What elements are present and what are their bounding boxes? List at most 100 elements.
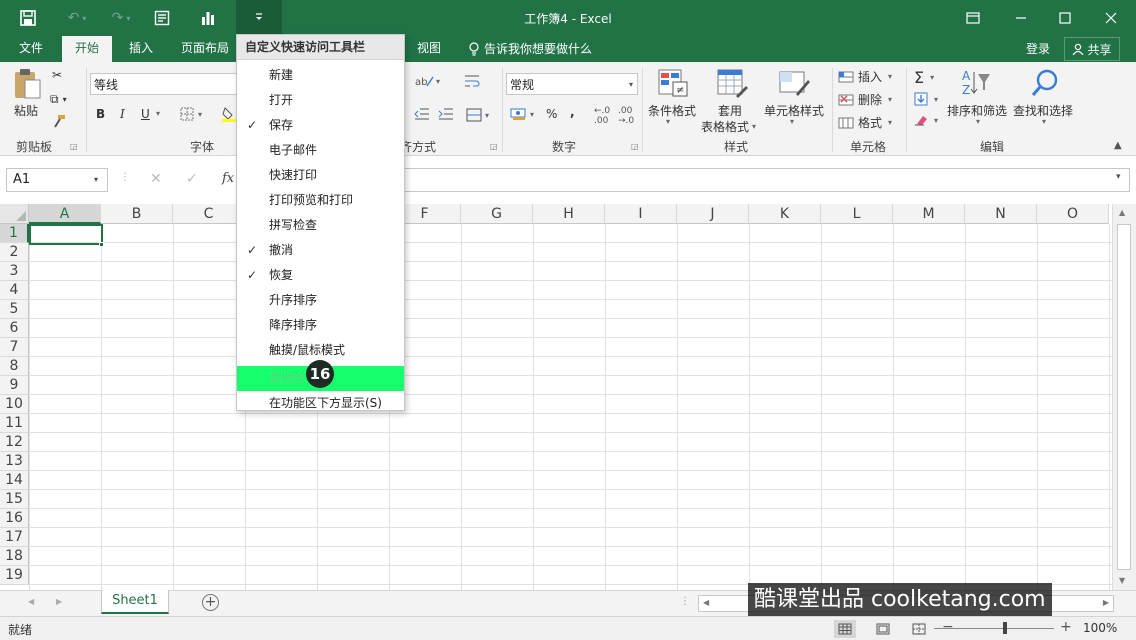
format-as-table-label-2[interactable]: 表格格式 ▾	[701, 118, 756, 135]
find-select-icon[interactable]	[1030, 68, 1060, 101]
undo-icon[interactable]: ↶ ▾	[60, 4, 94, 32]
cell-styles-icon[interactable]	[778, 68, 810, 101]
clear-icon[interactable]: ▾	[914, 114, 938, 126]
row-header-10[interactable]: 10	[0, 395, 29, 414]
qat-menu-item[interactable]: 升序排序	[237, 288, 404, 313]
orientation-icon[interactable]: ab ▾	[414, 74, 440, 89]
qat-menu-item[interactable]: 电子邮件	[237, 138, 404, 163]
qat-menu-item[interactable]: ✓ 撤消	[237, 238, 404, 263]
zoom-out-icon[interactable]: −	[942, 619, 954, 635]
select-all-corner[interactable]	[0, 204, 29, 224]
tell-me-box[interactable]: 告诉我你想要做什么	[468, 36, 608, 62]
chart-icon[interactable]	[194, 4, 222, 32]
active-cell-a1[interactable]	[29, 224, 103, 245]
row-header-1[interactable]: 1	[0, 224, 29, 243]
vertical-scrollbar[interactable]: ▲ ▼	[1112, 204, 1136, 590]
zoom-slider[interactable]	[934, 628, 1054, 629]
column-header-k[interactable]: K	[749, 204, 821, 224]
paste-label[interactable]: 粘贴	[14, 102, 38, 119]
comma-button[interactable]: ,	[570, 105, 575, 119]
clipboard-launcher-icon[interactable]: ◲	[70, 142, 78, 151]
ribbon-display-options-icon[interactable]	[958, 6, 988, 30]
row-header-19[interactable]: 19	[0, 566, 29, 585]
underline-button[interactable]: U	[141, 107, 150, 121]
login-link[interactable]: 登录	[1026, 40, 1050, 57]
fill-handle[interactable]	[99, 242, 104, 247]
font-name-box[interactable]: 等线	[90, 73, 240, 95]
row-header-13[interactable]: 13	[0, 452, 29, 471]
chevron-down-icon[interactable]: ▾	[94, 168, 98, 192]
qat-menu-item[interactable]: ✓ 恢复	[237, 263, 404, 288]
merge-center-icon[interactable]: ▾	[466, 108, 489, 122]
row-header-11[interactable]: 11	[0, 414, 29, 433]
cancel-icon[interactable]: ✕	[150, 171, 162, 187]
redo-icon[interactable]: ↷ ▾	[104, 4, 138, 32]
show-below-ribbon-item[interactable]: 在功能区下方显示(S)	[237, 391, 404, 416]
italic-button[interactable]: I	[120, 107, 125, 121]
worksheet-grid[interactable]: ABCDEFGHIJKLMNO 123456789101112131415161…	[0, 204, 1112, 590]
column-header-l[interactable]: L	[821, 204, 893, 224]
percent-button[interactable]: %	[546, 107, 557, 121]
page-layout-view-icon[interactable]	[872, 620, 894, 638]
insert-function-icon[interactable]: fx	[222, 171, 234, 186]
row-header-14[interactable]: 14	[0, 471, 29, 490]
conditional-formatting-icon[interactable]: ≠	[657, 68, 689, 101]
qat-menu-item[interactable]: 快速打印	[237, 163, 404, 188]
scroll-right-icon[interactable]: ▶	[1103, 598, 1109, 607]
format-painter-icon[interactable]	[52, 114, 66, 128]
increase-decimal-icon[interactable]: ←.0.00	[594, 106, 610, 126]
row-header-8[interactable]: 8	[0, 357, 29, 376]
decrease-indent-icon[interactable]	[414, 108, 430, 120]
column-header-g[interactable]: G	[461, 204, 533, 224]
tab-home[interactable]: 开始	[62, 36, 112, 62]
customize-qat-button[interactable]	[236, 0, 282, 34]
column-header-c[interactable]: C	[173, 204, 245, 224]
name-box[interactable]: A1	[6, 168, 108, 192]
qat-menu-item[interactable]: 打印预览和打印	[237, 188, 404, 213]
qat-menu-item[interactable]: 拼写检查	[237, 213, 404, 238]
decrease-decimal-icon[interactable]: .00 →.0	[618, 106, 634, 126]
sort-filter-icon[interactable]: AZ	[960, 68, 992, 101]
column-header-i[interactable]: I	[605, 204, 677, 224]
row-header-3[interactable]: 3	[0, 262, 29, 281]
row-header-2[interactable]: 2	[0, 243, 29, 262]
prev-sheet-icon[interactable]: ◀	[28, 597, 34, 606]
cut-icon[interactable]: ✂	[52, 68, 62, 82]
qat-menu-item[interactable]: 降序排序	[237, 313, 404, 338]
accounting-format-icon[interactable]: ▾	[510, 107, 534, 121]
row-header-7[interactable]: 7	[0, 338, 29, 357]
format-as-table-icon[interactable]	[716, 68, 748, 101]
delete-cells-button[interactable]: 删除 ▾	[838, 91, 892, 108]
tab-split-handle-icon[interactable]: ⋮	[680, 596, 690, 607]
insert-cells-button[interactable]: 插入 ▾	[838, 68, 892, 85]
row-header-17[interactable]: 17	[0, 528, 29, 547]
zoom-in-icon[interactable]: +	[1060, 619, 1072, 635]
row-header-5[interactable]: 5	[0, 300, 29, 319]
tab-insert[interactable]: 插入	[118, 36, 164, 62]
save-icon[interactable]	[14, 4, 42, 32]
scroll-down-icon[interactable]: ▼	[1119, 576, 1125, 585]
add-sheet-icon[interactable]: +	[202, 594, 219, 611]
close-icon[interactable]	[1096, 6, 1126, 30]
expand-formula-bar-icon[interactable]: ▾	[1116, 172, 1121, 182]
scroll-up-icon[interactable]: ▲	[1119, 208, 1125, 217]
row-header-9[interactable]: 9	[0, 376, 29, 395]
minimize-icon[interactable]	[1006, 6, 1036, 30]
tab-page-layout[interactable]: 页面布局	[170, 36, 240, 62]
alignment-launcher-icon[interactable]: ◲	[490, 142, 498, 151]
row-header-4[interactable]: 4	[0, 281, 29, 300]
scroll-left-icon[interactable]: ◀	[703, 598, 709, 607]
qat-menu-item[interactable]: ✓ 保存	[237, 113, 404, 138]
copy-icon[interactable]: ⧉ ▾	[50, 92, 67, 107]
normal-view-icon[interactable]	[834, 620, 856, 638]
column-header-j[interactable]: J	[677, 204, 749, 224]
borders-icon[interactable]: ▾	[180, 107, 202, 121]
paste-icon[interactable]	[12, 68, 42, 103]
collapse-ribbon-icon[interactable]: ▲	[1114, 140, 1122, 151]
maximize-icon[interactable]	[1050, 6, 1080, 30]
number-launcher-icon[interactable]: ◲	[631, 142, 639, 151]
row-header-6[interactable]: 6	[0, 319, 29, 338]
vertical-scroll-thumb[interactable]	[1117, 224, 1131, 570]
row-header-18[interactable]: 18	[0, 547, 29, 566]
column-header-n[interactable]: N	[965, 204, 1037, 224]
